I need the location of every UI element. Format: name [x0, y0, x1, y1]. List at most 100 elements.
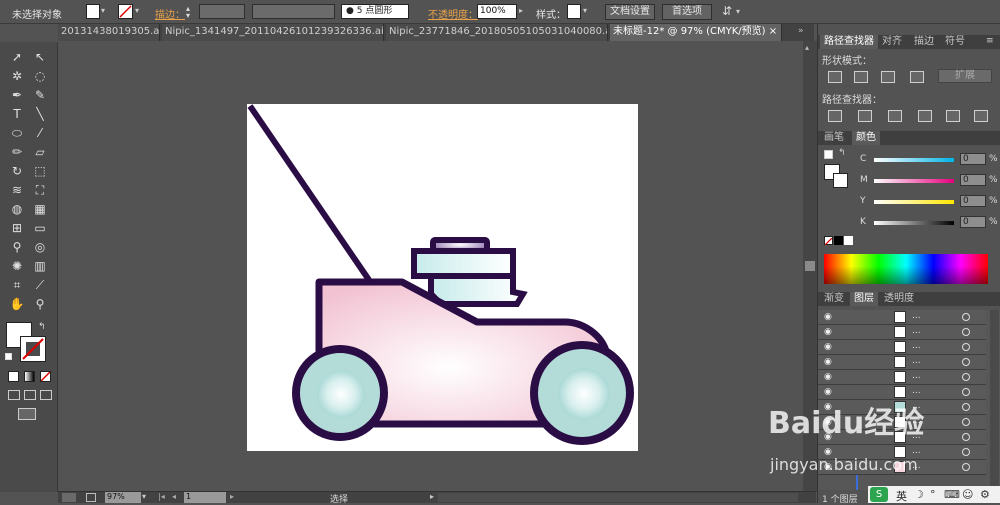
opacity-arrow-icon[interactable]: ▸ — [519, 6, 523, 15]
stroke-weight-label[interactable]: 描边： — [155, 6, 185, 21]
style-dropdown-icon[interactable]: ▾ — [583, 6, 587, 15]
draw-behind-icon[interactable] — [24, 390, 36, 400]
divide-icon[interactable] — [828, 110, 842, 122]
pencil-tool-icon[interactable]: ✏ — [8, 143, 26, 161]
hand-tool-icon[interactable]: ✋ — [8, 295, 26, 313]
tab-document-3[interactable]: Nipic_23771846_20180505105031040080.ai* … — [386, 24, 608, 41]
layers-scrollbar[interactable] — [990, 310, 999, 490]
tab-transparency[interactable]: 透明度 — [880, 292, 918, 306]
outline-icon[interactable] — [946, 110, 960, 122]
tab-document-2[interactable]: Nipic_1341497_20110426101239326336.ai* × — [162, 24, 384, 41]
selection-tool-icon[interactable]: ➚ — [8, 48, 26, 66]
lasso-tool-icon[interactable]: ◌ — [31, 67, 49, 85]
expand-button[interactable]: 扩展 — [938, 69, 992, 83]
horizontal-scrollbar[interactable] — [438, 493, 798, 502]
cyan-value[interactable]: 0 — [960, 153, 986, 165]
lawn-mower-illustration[interactable] — [247, 104, 638, 451]
tab-gradient[interactable]: 渐变 — [820, 292, 848, 306]
stroke-dropdown-icon[interactable]: ▾ — [135, 6, 139, 15]
color-spectrum[interactable] — [824, 254, 988, 284]
target-icon[interactable] — [962, 313, 970, 321]
sogou-ime-icon[interactable]: S — [870, 487, 888, 502]
magenta-value[interactable]: 0 — [960, 174, 986, 186]
layer-row[interactable]: ◉... — [818, 355, 986, 370]
prev-artboard-icon[interactable]: ◂ — [172, 492, 176, 501]
eyedropper-tool-icon[interactable]: ⚲ — [8, 238, 26, 256]
gradient-mode-icon[interactable] — [24, 371, 35, 382]
paintbrush-tool-icon[interactable]: ⁄ — [31, 124, 49, 142]
cyan-slider[interactable] — [874, 158, 954, 162]
tabs-overflow-icon[interactable]: » — [798, 26, 804, 36]
fill-swatch[interactable] — [86, 4, 100, 19]
draw-normal-icon[interactable] — [8, 390, 20, 400]
tab-stroke[interactable]: 描边 — [910, 35, 938, 49]
artboard[interactable] — [247, 104, 638, 451]
variable-width-profile[interactable] — [252, 4, 335, 19]
brush-definition[interactable]: ● 5 点圆形 — [341, 4, 409, 19]
curvature-tool-icon[interactable]: ✎ — [31, 86, 49, 104]
preferences-button[interactable]: 首选项 — [662, 4, 712, 20]
blend-tool-icon[interactable]: ◎ — [31, 238, 49, 256]
unite-icon[interactable] — [828, 71, 842, 83]
black-swatch[interactable] — [834, 236, 843, 245]
swap-fill-stroke-icon[interactable]: ↰ — [838, 148, 846, 158]
yellow-value[interactable]: 0 — [960, 195, 986, 207]
target-icon[interactable] — [962, 343, 970, 351]
eye-icon[interactable]: ◉ — [824, 357, 836, 367]
style-swatch[interactable] — [567, 4, 581, 19]
opacity-label[interactable]: 不透明度： — [428, 6, 478, 21]
tab-color[interactable]: 颜色 — [852, 131, 880, 145]
mesh-tool-icon[interactable]: ⊞ — [8, 219, 26, 237]
target-icon[interactable] — [962, 328, 970, 336]
eye-icon[interactable]: ◉ — [824, 327, 836, 337]
stroke-weight-field[interactable] — [199, 4, 245, 19]
close-icon[interactable]: × — [769, 26, 777, 37]
zoom-dropdown-icon[interactable]: ▾ — [142, 492, 146, 501]
stroke-color-box[interactable] — [20, 336, 46, 362]
punctuation-icon[interactable]: ° — [930, 488, 936, 501]
line-tool-icon[interactable]: ╲ — [31, 105, 49, 123]
shape-builder-tool-icon[interactable]: ◍ — [8, 200, 26, 218]
minus-front-icon[interactable] — [854, 71, 868, 83]
rotate-tool-icon[interactable]: ↻ — [8, 162, 26, 180]
settings-icon[interactable]: ⚙ — [980, 488, 990, 501]
scroll-up-icon[interactable]: ▴ — [805, 43, 809, 52]
eye-icon[interactable]: ◉ — [824, 387, 836, 397]
width-tool-icon[interactable]: ≋ — [8, 181, 26, 199]
crop-icon[interactable] — [918, 110, 932, 122]
black-slider[interactable] — [874, 221, 954, 225]
arrange-dropdown-icon[interactable]: ▾ — [736, 7, 740, 16]
magenta-slider[interactable] — [874, 179, 954, 183]
intersect-icon[interactable] — [881, 71, 895, 83]
tab-document-1[interactable]: 20131438019305.ai* × — [58, 24, 160, 41]
symbol-sprayer-tool-icon[interactable]: ✺ — [8, 257, 26, 275]
fill-dropdown-icon[interactable]: ▾ — [101, 6, 105, 15]
share-icon[interactable] — [86, 493, 96, 502]
ellipse-tool-icon[interactable]: ⬭ — [8, 124, 26, 142]
panel-menu-icon[interactable]: ≡ — [986, 36, 994, 46]
screen-mode-icon[interactable] — [18, 408, 36, 420]
target-icon[interactable] — [962, 433, 970, 441]
keyboard-icon[interactable]: ⌨ — [944, 488, 960, 501]
halfwidth-icon[interactable]: ☽ — [914, 488, 924, 501]
yellow-slider[interactable] — [874, 200, 954, 204]
merge-icon[interactable] — [888, 110, 902, 122]
target-icon[interactable] — [962, 358, 970, 366]
scale-tool-icon[interactable]: ⬚ — [31, 162, 49, 180]
draw-inside-icon[interactable] — [40, 390, 52, 400]
gradient-tool-icon[interactable]: ▭ — [31, 219, 49, 237]
perspective-grid-tool-icon[interactable]: ▦ — [31, 200, 49, 218]
status-arrow-icon[interactable]: ▸ — [430, 492, 434, 501]
user-icon[interactable]: ☺ — [962, 488, 973, 501]
black-value[interactable]: 0 — [960, 216, 986, 228]
layer-row[interactable]: ◉... — [818, 325, 986, 340]
zoom-tool-icon[interactable]: ⚲ — [31, 295, 49, 313]
none-mode-icon[interactable] — [40, 371, 51, 382]
artboard-tool-icon[interactable]: ⌗ — [8, 276, 26, 294]
tab-symbols[interactable]: 符号 — [941, 35, 969, 49]
slice-tool-icon[interactable]: ⟋ — [31, 276, 49, 294]
eye-icon[interactable]: ◉ — [824, 342, 836, 352]
next-artboard-icon[interactable]: ▸ — [230, 492, 234, 501]
opacity-field[interactable]: 100% — [477, 4, 517, 19]
magic-wand-tool-icon[interactable]: ✲ — [8, 67, 26, 85]
